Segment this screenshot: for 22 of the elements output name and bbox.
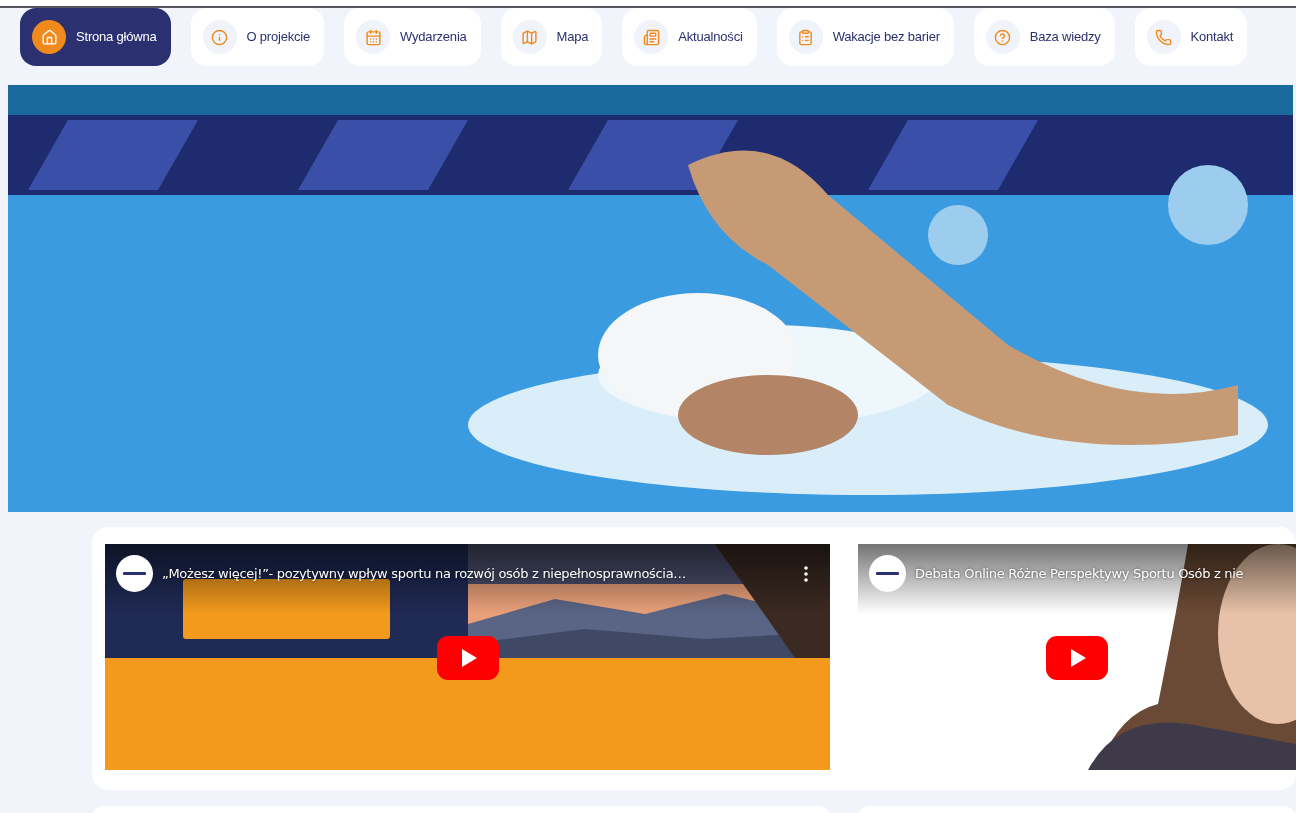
calendar-icon [364, 28, 382, 46]
channel-logo-icon [116, 555, 153, 592]
video-player[interactable]: „Możesz więcej!”- pozytywny wpływ sportu na rozwój osób z niepełnosprawnościa… [105, 544, 830, 770]
nav-tab[interactable]: Baza wiedzy [973, 8, 1115, 66]
nav-tab[interactable]: Kontakt [1134, 8, 1248, 66]
nav-tab[interactable]: Wydarzenia [344, 8, 481, 66]
info-icon [211, 28, 228, 46]
channel-logo-icon [869, 555, 906, 592]
phone-icon [1155, 28, 1173, 46]
nav-tab[interactable]: Mapa [500, 8, 603, 66]
question-icon [994, 28, 1012, 46]
clipboard-icon [797, 28, 815, 46]
play-icon[interactable] [436, 636, 499, 680]
nav-tab[interactable]: Strona główna [20, 8, 171, 66]
more-icon[interactable] [804, 565, 808, 582]
map-icon [521, 28, 539, 46]
nav-tab[interactable]: O projekcie [190, 8, 325, 66]
nav-tab[interactable]: Wakacje bez barier [776, 8, 954, 66]
nav-tab[interactable]: Aktualności [622, 8, 757, 66]
house-icon [40, 28, 58, 46]
play-icon[interactable] [1046, 636, 1108, 680]
newspaper-icon [642, 28, 660, 46]
